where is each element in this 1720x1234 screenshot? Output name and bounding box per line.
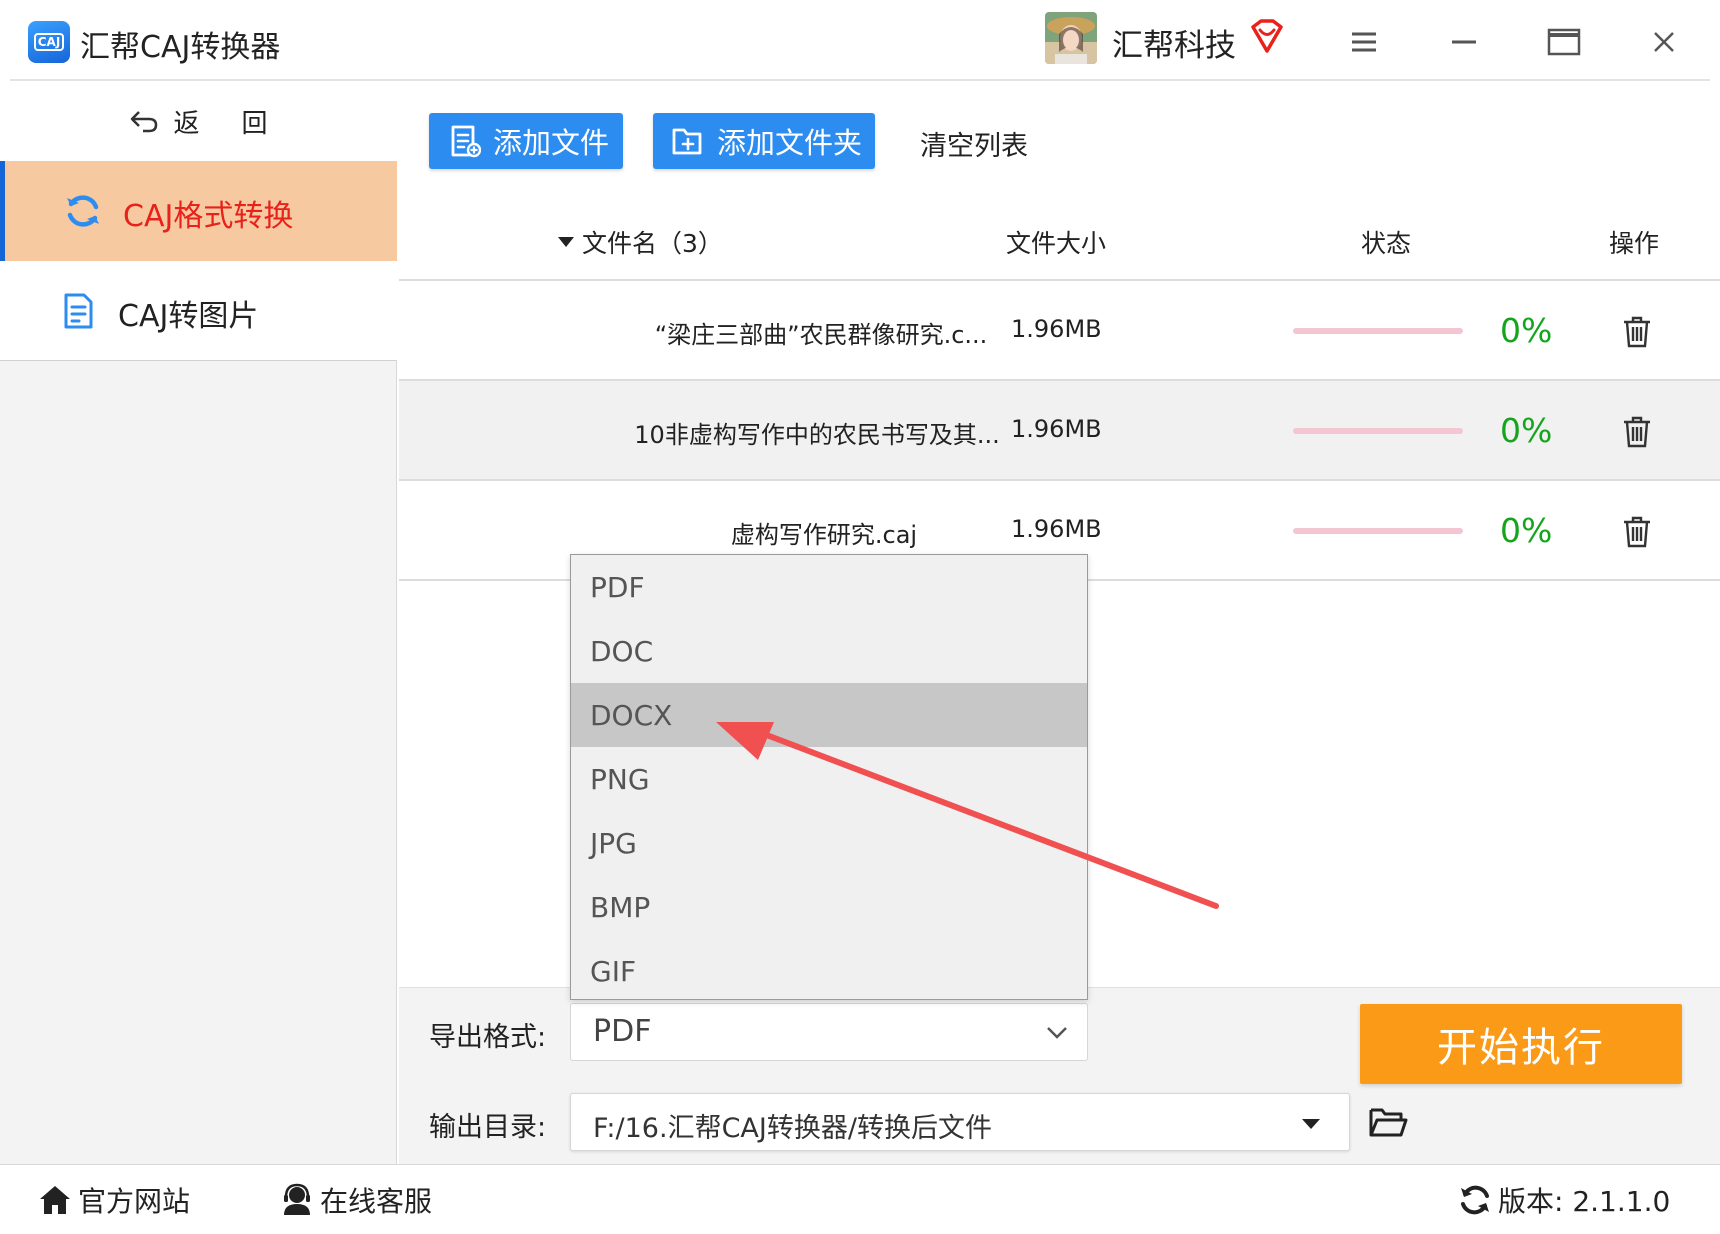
sidebar-item-label: CAJ转图片 — [118, 299, 259, 334]
minimize-icon[interactable] — [1442, 20, 1486, 64]
format-option-docx[interactable]: DOCX — [571, 683, 1087, 747]
sidebar-item-caj-to-image[interactable]: CAJ转图片 — [0, 261, 397, 361]
format-option-pdf[interactable]: PDF — [571, 555, 1087, 619]
output-dir-select[interactable]: F:/16.汇帮CAJ转换器/转换后文件 — [570, 1093, 1350, 1151]
column-header-action: 操作 — [1609, 229, 1660, 258]
output-dir-value: F:/16.汇帮CAJ转换器/转换后文件 — [593, 1113, 992, 1144]
export-format-value: PDF — [593, 1014, 652, 1049]
format-option-jpg[interactable]: JPG — [571, 811, 1087, 875]
table-row[interactable]: “梁庄三部曲”农民群像研究.c... 1.96MB 0% — [399, 281, 1720, 381]
back-label-1: 返 — [173, 108, 228, 139]
document-icon — [64, 293, 93, 329]
sort-down-icon — [558, 237, 574, 247]
output-dir-label: 输出目录: — [429, 1112, 547, 1143]
progress-percent: 0% — [1500, 511, 1553, 550]
progress-bar — [1293, 528, 1463, 534]
progress-bar — [1293, 428, 1463, 434]
sidebar-item-caj-format[interactable]: CAJ格式转换 — [0, 161, 397, 261]
brand-name: 汇帮科技 — [1112, 28, 1236, 64]
refresh-icon — [67, 195, 99, 227]
trash-icon[interactable] — [1622, 415, 1652, 449]
export-format-label: 导出格式: — [429, 1022, 547, 1053]
file-size: 1.96MB — [1011, 415, 1102, 443]
format-option-doc[interactable]: DOC — [571, 619, 1087, 683]
online-support-link[interactable]: 在线客服 — [280, 1180, 432, 1220]
format-option-gif[interactable]: GIF — [571, 939, 1087, 1003]
add-file-button[interactable]: 添加文件 — [429, 113, 623, 169]
export-format-select[interactable]: PDF — [570, 1003, 1088, 1061]
column-header-filename[interactable]: 文件名（3） — [556, 224, 723, 260]
add-file-label: 添加文件 — [493, 126, 610, 160]
file-name: 10非虚构写作中的农民书写及其... — [634, 421, 1000, 449]
file-size: 1.96MB — [1011, 515, 1102, 543]
update-icon — [1461, 1185, 1489, 1215]
app-window: CAJ 汇帮CAJ转换器 汇帮科技 返 回 CAJ格式转换 CAJ转图片 添加文… — [0, 0, 1720, 1234]
add-folder-icon — [672, 128, 702, 155]
back-button[interactable]: 返 回 — [0, 81, 397, 161]
add-folder-button[interactable]: 添加文件夹 — [653, 113, 875, 169]
official-website-label: 官方网站 — [78, 1185, 191, 1218]
version-label: 版本: 2.1.1.0 — [1498, 1185, 1671, 1218]
start-button[interactable]: 开始执行 — [1360, 1004, 1682, 1084]
column-header-filesize: 文件大小 — [1006, 229, 1107, 258]
column-header-filename-label: 文件名（3） — [582, 229, 723, 258]
add-folder-label: 添加文件夹 — [717, 126, 863, 160]
format-option-png[interactable]: PNG — [571, 747, 1087, 811]
format-option-bmp[interactable]: BMP — [571, 875, 1087, 939]
online-support-label: 在线客服 — [320, 1185, 433, 1218]
customer-service-icon — [284, 1183, 310, 1215]
back-label-2: 回 — [241, 108, 268, 139]
format-dropdown-list: PDF DOC DOCX PNG JPG BMP GIF — [570, 554, 1088, 1000]
trash-icon[interactable] — [1622, 315, 1652, 349]
file-name: 虚构写作研究.caj — [730, 521, 918, 549]
chevron-down-icon — [1047, 1027, 1067, 1039]
dropdown-triangle-icon — [1302, 1119, 1320, 1129]
column-header-status: 状态 — [1361, 229, 1412, 258]
sidebar: 返 回 CAJ格式转换 CAJ转图片 — [0, 81, 397, 1164]
official-website-link[interactable]: 官方网站 — [38, 1180, 190, 1220]
progress-percent: 0% — [1500, 311, 1553, 350]
open-folder-icon[interactable] — [1368, 1104, 1408, 1140]
table-row[interactable]: 10非虚构写作中的农民书写及其... 1.96MB 0% — [399, 381, 1720, 481]
progress-bar — [1293, 328, 1463, 334]
back-arrow-icon — [131, 111, 158, 133]
progress-percent: 0% — [1500, 411, 1553, 450]
maximize-icon[interactable] — [1542, 20, 1586, 64]
avatar[interactable] — [1045, 12, 1097, 64]
menu-icon[interactable] — [1342, 20, 1386, 64]
home-icon — [40, 1186, 70, 1214]
vip-heart-icon[interactable] — [1247, 17, 1287, 57]
clear-list-button[interactable]: 清空列表 — [920, 124, 1028, 163]
close-icon[interactable] — [1642, 20, 1686, 64]
title-bar: CAJ 汇帮CAJ转换器 汇帮科技 — [0, 0, 1720, 80]
trash-icon[interactable] — [1622, 515, 1652, 549]
add-file-icon — [451, 125, 481, 158]
file-name: “梁庄三部曲”农民群像研究.c... — [654, 321, 988, 349]
version-info[interactable]: 版本: 2.1.1.0 — [1458, 1180, 1670, 1220]
app-title: 汇帮CAJ转换器 — [80, 30, 281, 65]
app-logo-icon: CAJ — [28, 21, 70, 63]
app-logo-text: CAJ — [33, 33, 65, 51]
file-size: 1.96MB — [1011, 315, 1102, 343]
sidebar-item-label: CAJ格式转换 — [123, 199, 294, 234]
